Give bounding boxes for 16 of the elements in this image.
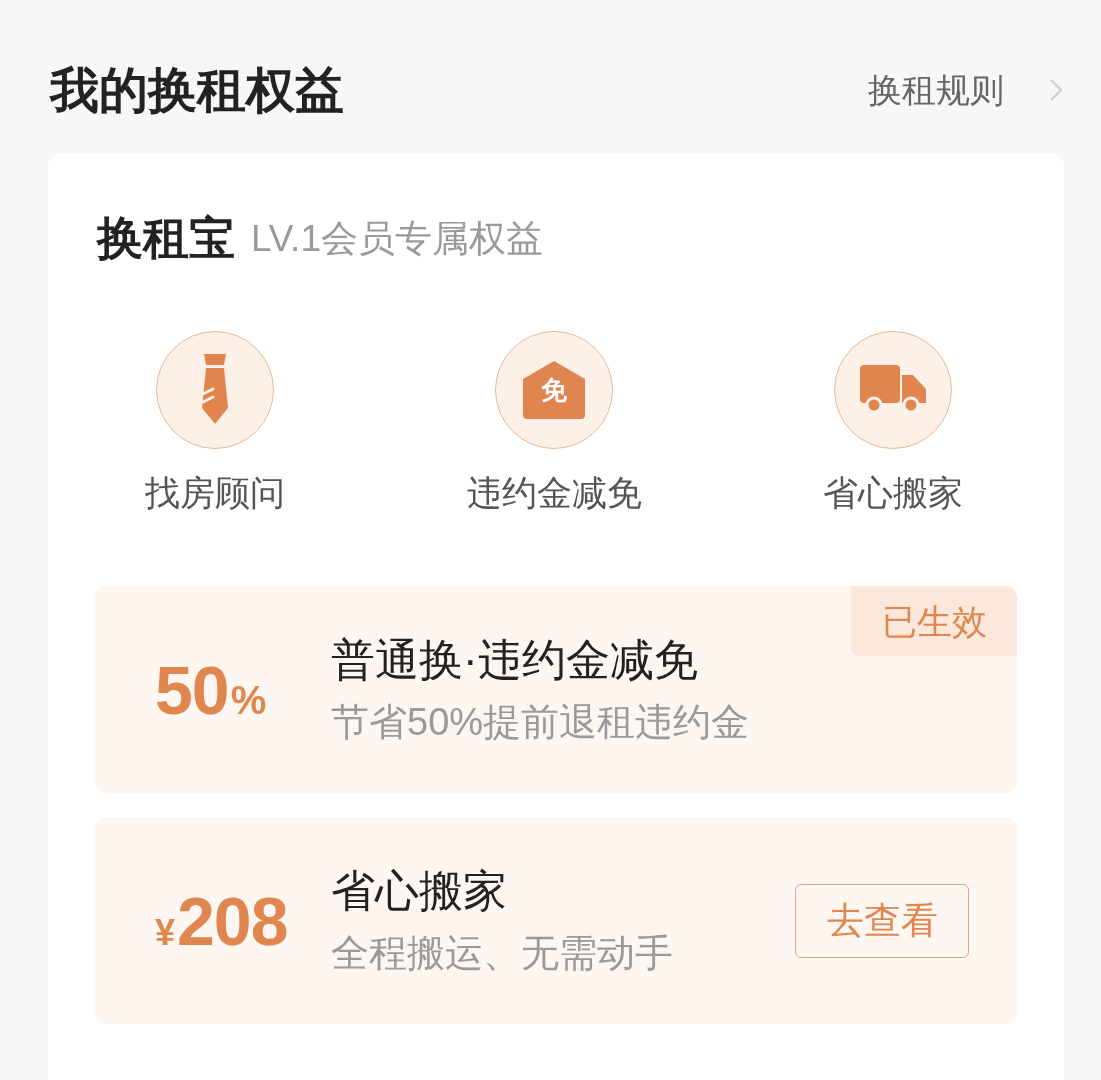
card-title: 换租宝 bbox=[97, 215, 235, 261]
benefit-value: 50% bbox=[155, 655, 267, 724]
status-badge: 已生效 bbox=[851, 586, 1017, 656]
perk-label: 违约金减免 bbox=[466, 475, 642, 510]
benefit-description: 全程搬运、无需动手 bbox=[331, 934, 673, 972]
perk-label: 省心搬家 bbox=[823, 475, 963, 510]
card-subtitle: LV.1会员专属权益 bbox=[251, 219, 543, 257]
perk-label: 找房顾问 bbox=[145, 475, 285, 510]
icon-character: 免 bbox=[541, 377, 567, 403]
benefit-description: 节省50%提前退租违约金 bbox=[331, 703, 750, 741]
benefit-title: 省心搬家 bbox=[331, 869, 508, 913]
benefit-title: 普通换·违约金减免 bbox=[331, 638, 699, 682]
chevron-right-icon bbox=[1050, 79, 1062, 101]
page-title: 我的换租权益 bbox=[50, 65, 344, 115]
rules-link[interactable]: 换租规则 bbox=[868, 73, 1062, 107]
benefit-value: ¥208 bbox=[155, 886, 288, 955]
